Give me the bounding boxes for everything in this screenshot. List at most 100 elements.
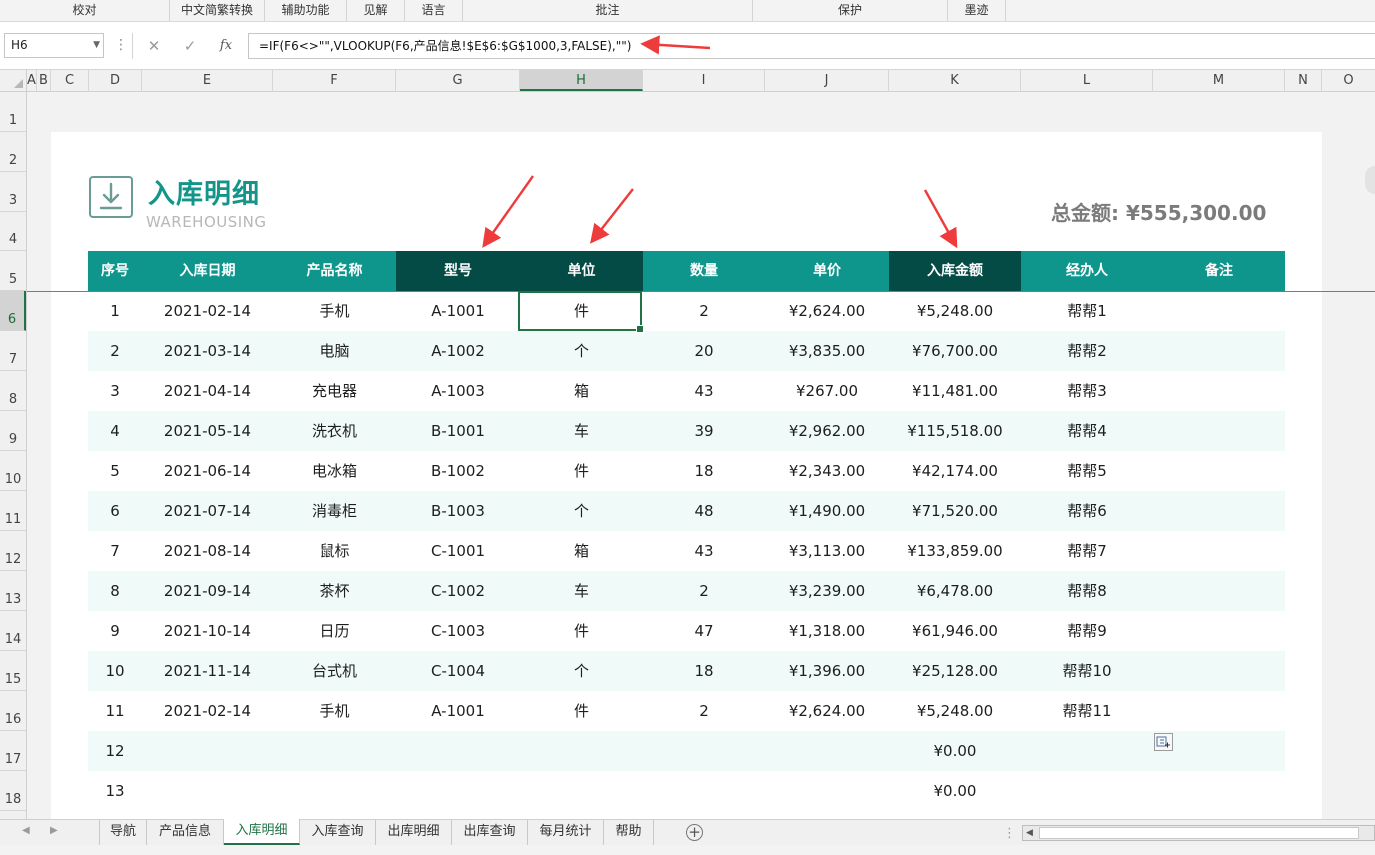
side-scroll-knob[interactable] <box>1365 166 1375 194</box>
cell-date[interactable]: 2021-02-14 <box>142 291 273 331</box>
cell-product-name[interactable]: 茶杯 <box>273 571 396 611</box>
cell-unit-price[interactable]: ¥1,490.00 <box>765 491 889 531</box>
cell-model[interactable]: C-1004 <box>396 651 520 691</box>
more-tabs-icon[interactable]: ⋮ <box>1003 826 1016 841</box>
worksheet-grid[interactable]: 入库明细 WAREHOUSING 总金额: ¥555,300.00 序号 入库日… <box>27 92 1375 819</box>
row-header-9[interactable]: 9 <box>0 411 26 451</box>
cell-handler[interactable]: 帮帮10 <box>1021 651 1153 691</box>
cell-amount[interactable]: ¥0.00 <box>889 731 1021 771</box>
cell-amount[interactable]: ¥6,478.00 <box>889 571 1021 611</box>
cell-model[interactable]: C-1001 <box>396 531 520 571</box>
cell-unit[interactable] <box>520 771 643 811</box>
cell-product-name[interactable] <box>273 771 396 811</box>
cell-product-name[interactable]: 手机 <box>273 291 396 331</box>
row-header-15[interactable]: 15 <box>0 651 26 691</box>
cell-quantity[interactable]: 48 <box>643 491 765 531</box>
formula-input[interactable]: =IF(F6<>"",VLOOKUP(F6,产品信息!$E$6:$G$1000,… <box>248 33 1375 59</box>
check-icon[interactable]: ✓ <box>178 34 202 58</box>
cell-date[interactable]: 2021-11-14 <box>142 651 273 691</box>
cell-model[interactable]: A-1001 <box>396 291 520 331</box>
cell-quantity[interactable] <box>643 731 765 771</box>
row-header-14[interactable]: 14 <box>0 611 26 651</box>
cell-amount[interactable]: ¥5,248.00 <box>889 291 1021 331</box>
cell-date[interactable]: 2021-09-14 <box>142 571 273 611</box>
column-header-g[interactable]: G <box>396 70 520 91</box>
cell-quantity[interactable] <box>643 771 765 811</box>
cell-unit-price[interactable]: ¥2,624.00 <box>765 291 889 331</box>
row-header-13[interactable]: 13 <box>0 571 26 611</box>
row-header-7[interactable]: 7 <box>0 331 26 371</box>
cell-quantity[interactable]: 39 <box>643 411 765 451</box>
cell-index[interactable]: 10 <box>88 651 142 691</box>
cell-remarks[interactable] <box>1153 411 1285 451</box>
tab-outbound-query[interactable]: 出库查询 <box>452 820 528 845</box>
tab-help[interactable]: 帮助 <box>604 820 654 845</box>
cell-index[interactable]: 3 <box>88 371 142 411</box>
cell-unit[interactable] <box>520 731 643 771</box>
cell-handler[interactable]: 帮帮3 <box>1021 371 1153 411</box>
cell-amount[interactable]: ¥42,174.00 <box>889 451 1021 491</box>
cell-unit[interactable]: 个 <box>520 331 643 371</box>
cell-date[interactable]: 2021-10-14 <box>142 611 273 651</box>
horizontal-scrollbar[interactable]: ◀ <box>1022 825 1375 841</box>
cell-model[interactable]: B-1001 <box>396 411 520 451</box>
cell-handler[interactable]: 帮帮5 <box>1021 451 1153 491</box>
cell-unit[interactable]: 件 <box>520 451 643 491</box>
cell-unit-price[interactable]: ¥3,239.00 <box>765 571 889 611</box>
header-quantity[interactable]: 数量 <box>643 251 765 291</box>
cell-remarks[interactable] <box>1153 531 1285 571</box>
cell-index[interactable]: 6 <box>88 491 142 531</box>
cell-index[interactable]: 4 <box>88 411 142 451</box>
cell-index[interactable]: 1 <box>88 291 142 331</box>
row-header-12[interactable]: 12 <box>0 531 26 571</box>
cell-date[interactable] <box>142 771 273 811</box>
cell-unit-price[interactable]: ¥2,962.00 <box>765 411 889 451</box>
cell-quantity[interactable]: 2 <box>643 291 765 331</box>
close-icon[interactable]: ✕ <box>142 34 166 58</box>
cell-amount[interactable]: ¥133,859.00 <box>889 531 1021 571</box>
cell-amount[interactable]: ¥115,518.00 <box>889 411 1021 451</box>
cell-date[interactable]: 2021-03-14 <box>142 331 273 371</box>
cell-amount[interactable]: ¥61,946.00 <box>889 611 1021 651</box>
column-header-h[interactable]: H <box>520 70 643 91</box>
cell-unit-price[interactable]: ¥2,624.00 <box>765 691 889 731</box>
selected-cell-h6[interactable] <box>518 291 644 333</box>
cell-quantity[interactable]: 2 <box>643 691 765 731</box>
tab-inbound-detail[interactable]: 入库明细 <box>224 819 300 845</box>
cell-unit[interactable]: 件 <box>520 611 643 651</box>
tab-inbound-query[interactable]: 入库查询 <box>300 820 376 845</box>
cell-remarks[interactable] <box>1153 371 1285 411</box>
paste-options-icon[interactable] <box>1154 733 1173 751</box>
ribbon-group-ink[interactable]: 墨迹 <box>948 0 1006 21</box>
cell-index[interactable]: 9 <box>88 611 142 651</box>
cell-index[interactable]: 12 <box>88 731 142 771</box>
tab-scroll-left-icon[interactable]: ◀ <box>22 825 30 836</box>
tab-scroll-right-icon[interactable]: ▶ <box>50 825 58 836</box>
name-box[interactable]: H6 ▼ <box>4 33 104 58</box>
header-date[interactable]: 入库日期 <box>142 251 273 291</box>
cell-index[interactable]: 11 <box>88 691 142 731</box>
cell-handler[interactable]: 帮帮1 <box>1021 291 1153 331</box>
row-header-18[interactable]: 18 <box>0 771 26 811</box>
column-header-o[interactable]: O <box>1322 70 1375 91</box>
cell-product-name[interactable]: 充电器 <box>273 371 396 411</box>
cell-model[interactable] <box>396 771 520 811</box>
column-header-c[interactable]: C <box>51 70 89 91</box>
column-header-a[interactable]: A <box>27 70 37 91</box>
ribbon-group-proofing[interactable]: 校对 <box>0 0 170 21</box>
header-product-name[interactable]: 产品名称 <box>273 251 396 291</box>
tab-product-info[interactable]: 产品信息 <box>147 820 224 845</box>
row-header-16[interactable]: 16 <box>0 691 26 731</box>
cell-quantity[interactable]: 20 <box>643 331 765 371</box>
row-header-1[interactable]: 1 <box>0 92 26 132</box>
cell-remarks[interactable] <box>1153 331 1285 371</box>
cell-product-name[interactable]: 洗衣机 <box>273 411 396 451</box>
cell-remarks[interactable] <box>1153 611 1285 651</box>
cell-product-name[interactable]: 手机 <box>273 691 396 731</box>
column-header-i[interactable]: I <box>643 70 765 91</box>
cell-quantity[interactable]: 2 <box>643 571 765 611</box>
cell-quantity[interactable]: 18 <box>643 451 765 491</box>
cell-unit-price[interactable]: ¥1,396.00 <box>765 651 889 691</box>
cell-remarks[interactable] <box>1153 451 1285 491</box>
cell-handler[interactable]: 帮帮6 <box>1021 491 1153 531</box>
